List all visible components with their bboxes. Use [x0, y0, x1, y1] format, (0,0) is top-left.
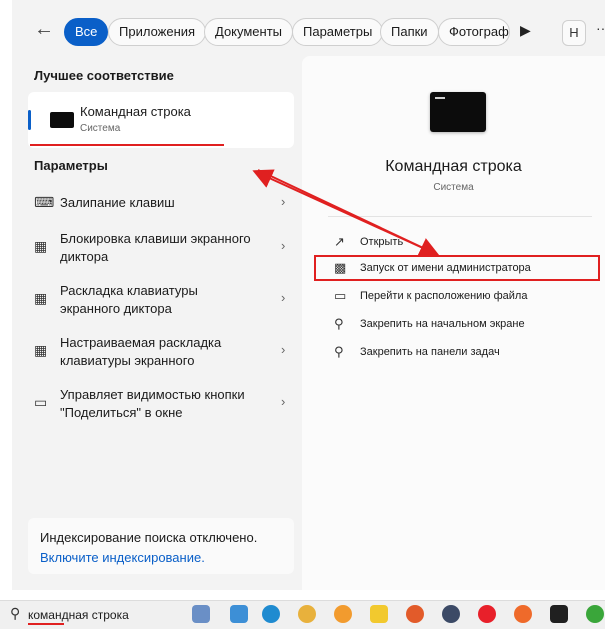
chrome-icon[interactable]: [298, 605, 316, 623]
settings-heading: Параметры: [34, 158, 108, 173]
best-match-title: Командная строка: [80, 104, 191, 119]
filter-folders[interactable]: Папки: [380, 18, 439, 46]
chevron-right-icon: ›: [281, 290, 286, 305]
vpn-icon[interactable]: [442, 605, 460, 623]
settings-item-share-button[interactable]: ▭ Управляет видимостью кнопки "Поделитьс…: [28, 386, 294, 430]
annotation-highlight-box: [314, 255, 600, 281]
best-match-subtitle: Система: [80, 123, 121, 134]
settings-item-label: Блокировка клавиши экранного диктора: [60, 231, 251, 264]
indexing-notice: Индексирование поиска отключено. Включит…: [28, 518, 294, 574]
app-icon[interactable]: [406, 605, 424, 623]
settings-item-label: Настраиваемая раскладка клавиатуры экран…: [60, 335, 222, 368]
narrator-icon: ▦: [34, 342, 48, 358]
opera-icon[interactable]: [478, 605, 496, 623]
divider: [328, 216, 592, 217]
avatar[interactable]: Н: [562, 20, 586, 46]
filter-photos[interactable]: Фотограф: [438, 18, 510, 46]
files-icon[interactable]: [370, 605, 388, 623]
filter-apps[interactable]: Приложения: [108, 18, 207, 46]
torrent-icon[interactable]: [586, 605, 604, 623]
chevron-right-icon: ›: [281, 194, 286, 209]
taskbar-search-input[interactable]: командная строка: [28, 608, 129, 622]
selection-indicator: [28, 110, 31, 130]
best-match-heading: Лучшее соответствие: [34, 68, 174, 83]
indexing-text: Индексирование поиска отключено.: [40, 530, 258, 545]
open-external-icon: ↗: [334, 234, 345, 249]
detail-subtitle: Система: [433, 182, 474, 193]
action-label: Перейти к расположению файла: [360, 290, 528, 302]
action-open[interactable]: ↗ Открыть: [326, 232, 596, 254]
search-panel: ← Все Приложения Документы Параметры Пап…: [12, 0, 605, 590]
screenshot-tool-icon[interactable]: [230, 605, 248, 623]
firefox-icon[interactable]: [334, 605, 352, 623]
detail-pane: Командная строка Система ↗ Открыть ▩ Зап…: [302, 56, 605, 590]
settings-item-label: Залипание клавиш: [60, 195, 175, 210]
back-arrow-icon[interactable]: ←: [34, 18, 54, 41]
settings-item-custom-layout[interactable]: ▦ Настраиваемая раскладка клавиатуры экр…: [28, 334, 294, 378]
action-pin-start[interactable]: ⚲ Закрепить на начальном экране: [326, 314, 596, 336]
action-label: Закрепить на панели задач: [360, 346, 500, 358]
narrator-icon: ▦: [34, 290, 48, 306]
best-match-item[interactable]: Командная строка Система: [28, 92, 294, 148]
filter-documents[interactable]: Документы: [204, 18, 294, 46]
narrator-icon: ▦: [34, 238, 48, 254]
action-pin-taskbar[interactable]: ⚲ Закрепить на панели задач: [326, 342, 596, 364]
settings-item-narrator-lock[interactable]: ▦ Блокировка клавиши экранного диктора ›: [28, 230, 294, 274]
chevron-right-icon: ›: [281, 342, 286, 357]
enable-indexing-link[interactable]: Включите индексирование.: [40, 550, 205, 565]
filter-settings[interactable]: Параметры: [292, 18, 384, 46]
keyboard-icon: ⌨: [34, 194, 55, 210]
filter-all[interactable]: Все: [64, 18, 109, 46]
edge-icon[interactable]: [262, 605, 280, 623]
settings-item-label: Раскладка клавиатуры экранного диктора: [60, 283, 198, 316]
chevron-right-icon: ›: [281, 394, 286, 409]
action-open-file-location[interactable]: ▭ Перейти к расположению файла: [326, 286, 596, 308]
search-icon: ⚲: [10, 605, 21, 621]
calculator-icon[interactable]: [192, 605, 210, 623]
command-prompt-icon: [50, 112, 74, 128]
window-icon: ▭: [34, 394, 48, 410]
app-icon[interactable]: [550, 605, 568, 623]
annotation-underline: [30, 144, 224, 146]
folder-icon: ▭: [334, 288, 347, 303]
settings-item-sticky-keys[interactable]: ⌨ Залипание клавиш ›: [28, 188, 294, 218]
action-label: Закрепить на начальном экране: [360, 318, 525, 330]
pin-icon: ⚲: [334, 344, 344, 359]
action-label: Открыть: [360, 236, 404, 248]
pin-icon: ⚲: [334, 316, 344, 331]
browser-icon[interactable]: [514, 605, 532, 623]
annotation-search-underline: [28, 623, 64, 625]
scroll-right-icon[interactable]: ▶: [520, 22, 531, 39]
detail-title: Командная строка: [385, 158, 522, 175]
results-column: Лучшее соответствие Командная строка Сис…: [12, 54, 302, 590]
taskbar: ⚲ командная строка: [0, 600, 605, 629]
filter-bar: ← Все Приложения Документы Параметры Пап…: [12, 0, 605, 54]
settings-item-narrator-layout[interactable]: ▦ Раскладка клавиатуры экранного диктора…: [28, 282, 294, 326]
command-prompt-large-icon: [430, 92, 486, 132]
chevron-right-icon: ›: [281, 238, 286, 253]
more-options-icon[interactable]: ···: [596, 20, 605, 36]
settings-item-label: Управляет видимостью кнопки "Поделиться"…: [60, 387, 245, 420]
